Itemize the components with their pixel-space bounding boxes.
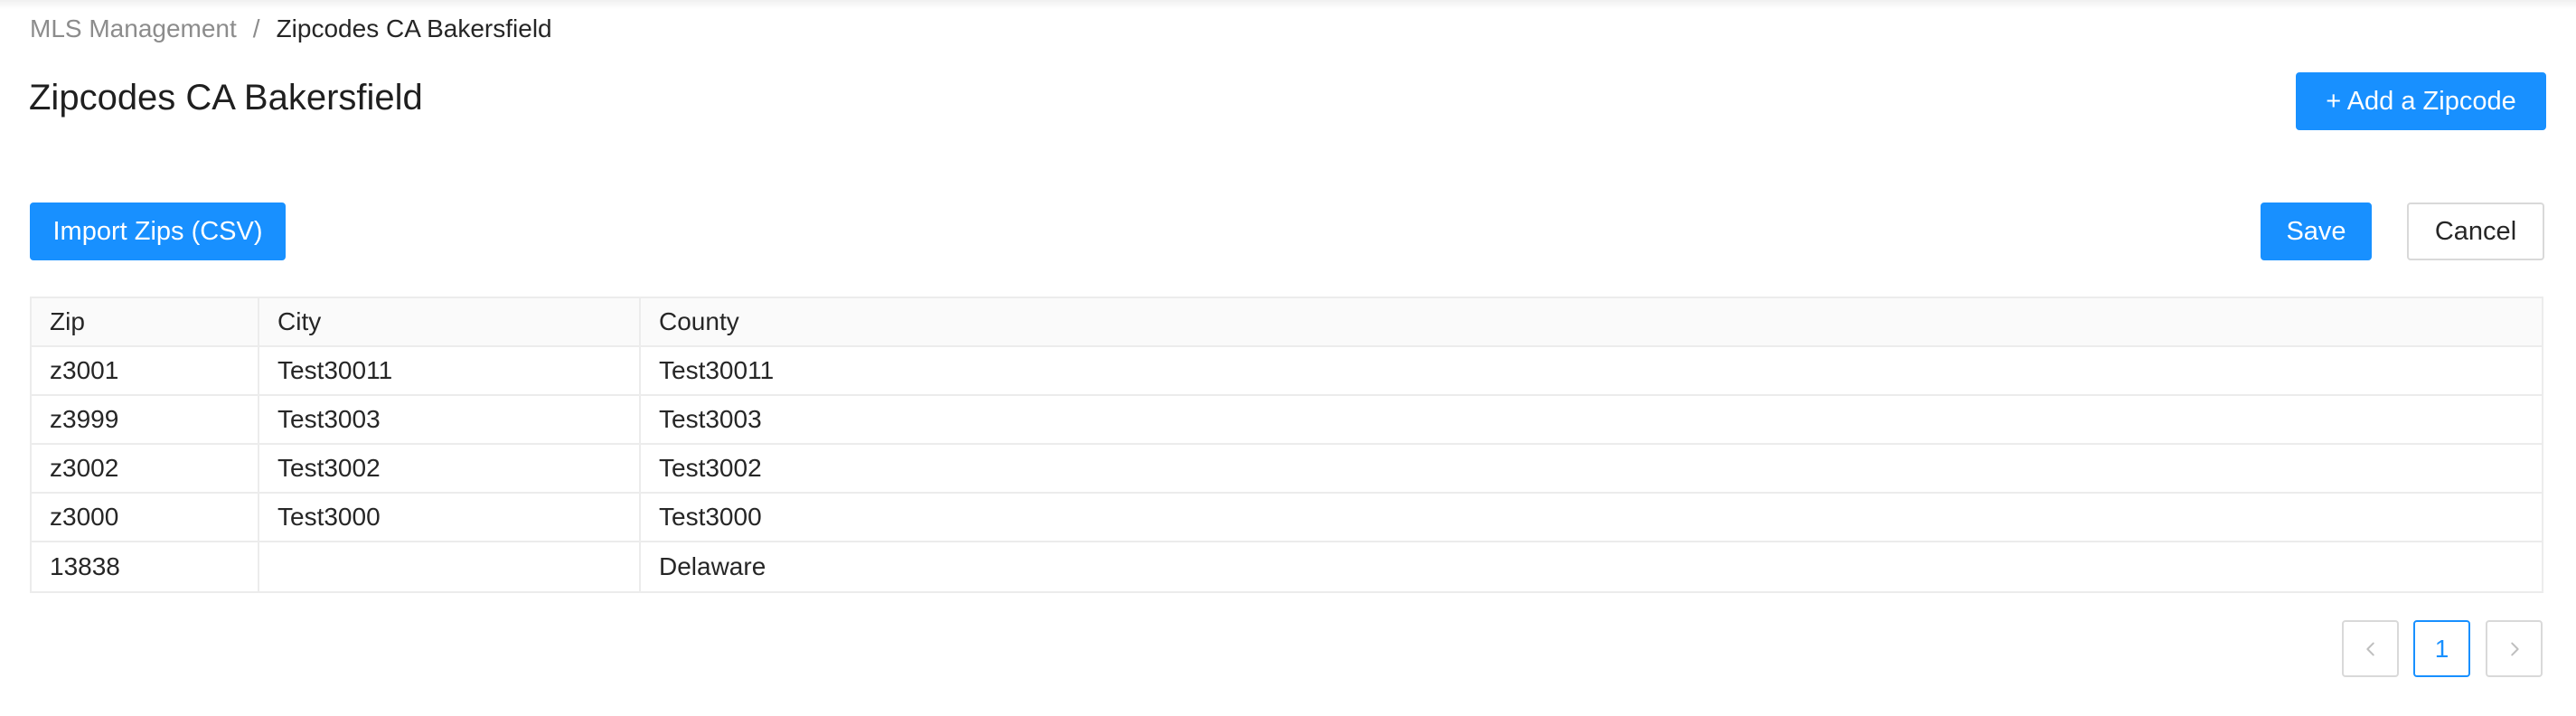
top-shadow <box>0 0 2576 9</box>
zip-cell[interactable]: z3001 <box>32 347 259 394</box>
import-zips-button[interactable]: Import Zips (CSV) <box>30 203 286 260</box>
table-row[interactable]: 13838 Delaware <box>32 542 2542 591</box>
zip-cell[interactable]: z3002 <box>32 445 259 492</box>
city-cell[interactable]: Test3002 <box>259 445 641 492</box>
county-cell[interactable]: Test30011 <box>641 347 2542 394</box>
pagination-next-button[interactable] <box>2486 620 2543 677</box>
save-button[interactable]: Save <box>2261 203 2372 260</box>
table-row[interactable]: z3002 Test3002 Test3002 <box>32 445 2542 494</box>
county-cell[interactable]: Test3002 <box>641 445 2542 492</box>
city-cell[interactable]: Test3000 <box>259 494 641 541</box>
page: MLS Management / Zipcodes CA Bakersfield… <box>0 0 2576 716</box>
column-header-city: City <box>259 298 641 345</box>
city-cell[interactable]: Test3003 <box>259 396 641 443</box>
city-cell[interactable]: Test30011 <box>259 347 641 394</box>
city-cell[interactable] <box>259 542 641 591</box>
breadcrumb-separator: / <box>252 14 260 42</box>
add-zipcode-button[interactable]: + Add a Zipcode <box>2296 72 2546 130</box>
page-title: Zipcodes CA Bakersfield <box>29 78 423 118</box>
county-cell[interactable]: Delaware <box>641 542 2542 591</box>
pagination-prev-button[interactable] <box>2342 620 2399 677</box>
zipcodes-table: Zip City County z3001 Test30011 Test3001… <box>30 297 2543 593</box>
zip-cell[interactable]: 13838 <box>32 542 259 591</box>
column-header-zip: Zip <box>32 298 259 345</box>
county-cell[interactable]: Test3003 <box>641 396 2542 443</box>
chevron-right-icon <box>2510 642 2519 655</box>
county-cell[interactable]: Test3000 <box>641 494 2542 541</box>
breadcrumb-current: Zipcodes CA Bakersfield <box>276 14 552 42</box>
chevron-left-icon <box>2365 642 2374 655</box>
cancel-button[interactable]: Cancel <box>2407 203 2544 260</box>
breadcrumb: MLS Management / Zipcodes CA Bakersfield <box>30 13 552 45</box>
column-header-county: County <box>659 307 739 335</box>
pagination-page-1[interactable]: 1 <box>2413 620 2470 677</box>
table-row[interactable]: z3001 Test30011 Test30011 <box>32 347 2542 396</box>
table-row[interactable]: z3000 Test3000 Test3000 <box>32 494 2542 542</box>
zip-cell[interactable]: z3000 <box>32 494 259 541</box>
table-row[interactable]: z3999 Test3003 Test3003 <box>32 396 2542 445</box>
table-header-row: Zip City County <box>32 298 2542 347</box>
breadcrumb-link-mls-management[interactable]: MLS Management <box>30 13 237 45</box>
zip-cell[interactable]: z3999 <box>32 396 259 443</box>
